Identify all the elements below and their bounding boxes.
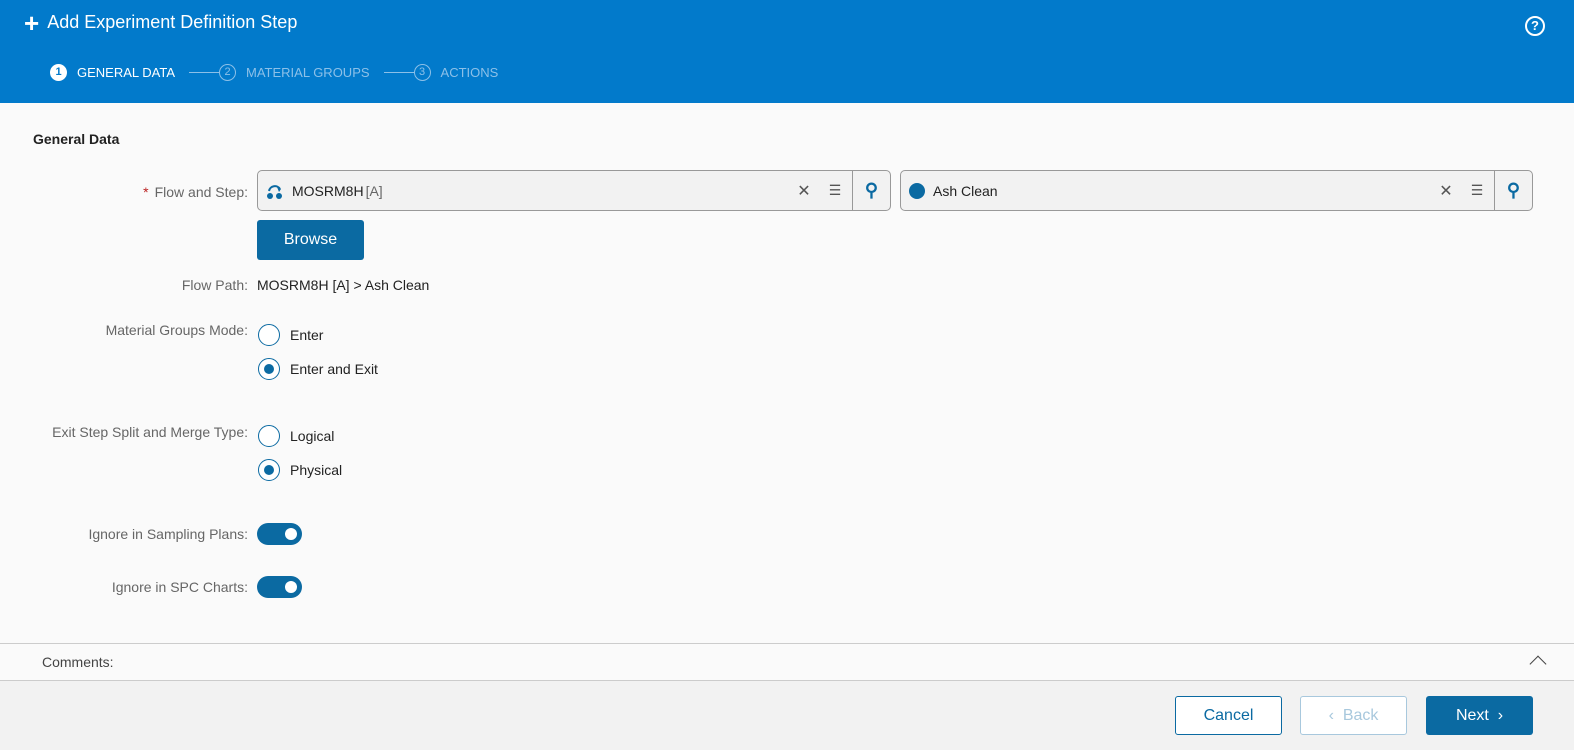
- radio-physical[interactable]: Physical: [258, 459, 342, 481]
- help-icon[interactable]: ?: [1525, 16, 1545, 36]
- flow-version: [A]: [365, 182, 383, 199]
- ignore-sampling-label: Ignore in Sampling Plans:: [88, 526, 248, 542]
- footer: Cancel ‹ Back Next ›: [0, 681, 1574, 750]
- step-number: 3: [413, 64, 431, 81]
- next-label: Next: [1455, 706, 1489, 724]
- filter-icon[interactable]: ☰: [818, 182, 852, 199]
- clear-icon[interactable]: ✕: [1432, 181, 1460, 201]
- step-general-data[interactable]: GENERAL DATA: [77, 65, 175, 80]
- radio-logical[interactable]: Logical: [258, 425, 334, 447]
- page-title: + Add Experiment Definition Step: [24, 7, 298, 38]
- split-type-label: Exit Step Split and Merge Type:: [52, 424, 248, 440]
- step-actions[interactable]: ACTIONS: [441, 65, 499, 80]
- title-text: Add Experiment Definition Step: [47, 12, 298, 32]
- flow-icon: [267, 184, 282, 199]
- radio-circle[interactable]: [258, 459, 280, 481]
- chevron-left-icon: ‹: [1328, 706, 1343, 724]
- back-label: Back: [1342, 706, 1379, 724]
- comments-label: Comments:: [42, 654, 114, 670]
- mg-mode-label: Material Groups Mode:: [105, 322, 248, 338]
- step-connector: [383, 72, 414, 73]
- radio-circle[interactable]: [258, 358, 280, 380]
- chevron-up-icon[interactable]: [1529, 655, 1547, 673]
- next-button[interactable]: Next ›: [1426, 696, 1533, 735]
- radio-label: Logical: [290, 428, 335, 444]
- cancel-button[interactable]: Cancel: [1175, 696, 1282, 735]
- radio-enter[interactable]: Enter: [258, 324, 323, 346]
- flow-step-label: * Flow and Step:: [143, 184, 248, 200]
- header: + Add Experiment Definition Step ? 1 GENER…: [0, 0, 1574, 103]
- ignore-sampling-toggle[interactable]: [257, 523, 302, 545]
- flow-input[interactable]: MOSRM8H [A] ✕ ☰ ⚲: [257, 170, 891, 211]
- radio-label: Physical: [290, 462, 343, 478]
- section-title: General Data: [33, 131, 120, 147]
- step-material-groups[interactable]: MATERIAL GROUPS: [246, 65, 370, 80]
- step-number: 2: [219, 64, 237, 81]
- step-value: Ash Clean: [933, 182, 998, 199]
- ignore-spc-label: Ignore in SPC Charts:: [111, 579, 248, 595]
- radio-label: Enter: [290, 327, 324, 343]
- step-icon: [909, 182, 925, 199]
- radio-circle[interactable]: [258, 425, 280, 447]
- flow-path-label: Flow Path:: [181, 277, 248, 293]
- wizard-steps: 1 GENERAL DATA 2 MATERIAL GROUPS 3 ACTIONS: [50, 64, 498, 81]
- flow-step-label-text: Flow and Step:: [154, 184, 248, 200]
- radio-label: Enter and Exit: [290, 361, 378, 377]
- radio-enter-and-exit[interactable]: Enter and Exit: [258, 358, 378, 380]
- back-button[interactable]: ‹ Back: [1300, 696, 1407, 735]
- filter-icon[interactable]: ☰: [1460, 182, 1494, 199]
- search-icon[interactable]: ⚲: [852, 171, 890, 210]
- plus-icon: +: [24, 7, 40, 38]
- ignore-spc-toggle[interactable]: [257, 576, 302, 598]
- search-icon[interactable]: ⚲: [1494, 171, 1532, 210]
- comments-panel[interactable]: Comments:: [0, 643, 1574, 681]
- chevron-right-icon: ›: [1488, 706, 1504, 724]
- step-number: 1: [50, 64, 67, 81]
- browse-button[interactable]: Browse: [257, 220, 364, 260]
- flow-value: MOSRM8H: [292, 182, 364, 199]
- clear-icon[interactable]: ✕: [790, 181, 818, 201]
- flow-path-value: MOSRM8H [A] > Ash Clean: [257, 277, 430, 293]
- radio-circle[interactable]: [258, 324, 280, 346]
- step-connector: [189, 72, 220, 73]
- step-input[interactable]: Ash Clean ✕ ☰ ⚲: [900, 170, 1533, 211]
